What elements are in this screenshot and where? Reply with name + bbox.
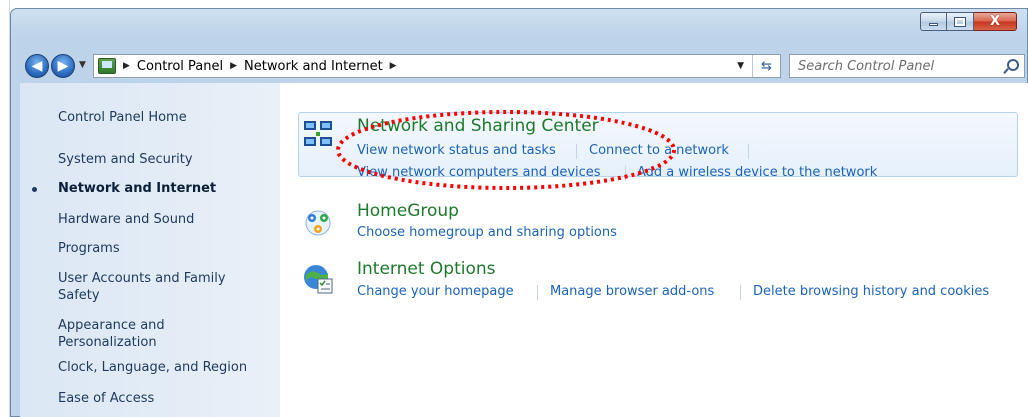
internet-options-icon: [304, 265, 333, 294]
breadcrumb-network-and-internet[interactable]: Network and Internet: [244, 59, 383, 74]
nav-user-accounts[interactable]: User Accounts and Family Safety: [58, 270, 238, 304]
maximize-icon: [954, 16, 966, 27]
nav-appearance[interactable]: Appearance and Personalization: [58, 317, 198, 351]
nav-ease-of-access[interactable]: Ease of Access: [58, 390, 154, 407]
view-network-computers-link[interactable]: View network computers and devices: [357, 165, 601, 180]
recent-pages-dropdown[interactable]: ▼: [79, 60, 86, 70]
nav-clock-language-region[interactable]: Clock, Language, and Region: [58, 359, 247, 376]
search-icon[interactable]: [1004, 59, 1019, 73]
change-homepage-link[interactable]: Change your homepage: [357, 284, 514, 299]
breadcrumb-separator-icon[interactable]: ▶: [230, 61, 237, 71]
nav-hardware-and-sound[interactable]: Hardware and Sound: [58, 211, 194, 228]
back-button[interactable]: ◀: [25, 54, 49, 78]
breadcrumb-separator-icon[interactable]: ▶: [390, 61, 397, 71]
forward-arrow-icon: ▶: [57, 58, 69, 74]
manage-browser-addons-link[interactable]: Manage browser add-ons: [550, 284, 714, 299]
breadcrumb-control-panel[interactable]: Control Panel: [137, 59, 223, 74]
add-wireless-device-link[interactable]: Add a wireless device to the network: [637, 165, 877, 180]
background-strip: [0, 0, 10, 417]
search-box[interactable]: Search Control Panel: [789, 54, 1025, 78]
address-dropdown-icon[interactable]: ▼: [737, 61, 744, 71]
nav-control-panel-home[interactable]: Control Panel Home: [58, 109, 187, 126]
minimize-icon: [929, 23, 938, 26]
minimize-button[interactable]: [920, 12, 947, 31]
delete-browsing-history-link[interactable]: Delete browsing history and cookies: [753, 284, 989, 299]
refresh-button[interactable]: ⇆: [752, 55, 780, 77]
homegroup-title[interactable]: HomeGroup: [357, 201, 459, 221]
link-separator: [625, 166, 626, 181]
forward-button[interactable]: ▶: [51, 54, 75, 78]
content-pane: Network and Sharing Center View network …: [280, 83, 1028, 417]
link-separator: [740, 285, 741, 300]
nav-network-and-internet[interactable]: Network and Internet: [58, 180, 216, 197]
choose-homegroup-options-link[interactable]: Choose homegroup and sharing options: [357, 225, 617, 240]
control-panel-icon: [98, 58, 116, 74]
homegroup-icon: [305, 210, 331, 236]
maximize-button[interactable]: [947, 12, 974, 31]
close-button[interactable]: X: [974, 12, 1017, 31]
link-separator: [537, 285, 538, 300]
nav-system-and-security[interactable]: System and Security: [58, 151, 193, 168]
link-separator: [576, 144, 577, 159]
address-bar[interactable]: ▶ Control Panel ▶ Network and Internet ▶…: [93, 54, 781, 78]
back-arrow-icon: ◀: [31, 58, 43, 74]
search-input[interactable]: Search Control Panel: [798, 59, 934, 74]
nav-programs[interactable]: Programs: [58, 240, 120, 257]
caption-buttons: X: [920, 12, 1017, 31]
link-separator: [748, 144, 749, 159]
network-icon: [304, 121, 332, 146]
internet-options-title[interactable]: Internet Options: [357, 259, 496, 279]
connect-to-network-link[interactable]: Connect to a network: [589, 143, 729, 158]
network-sharing-center-title[interactable]: Network and Sharing Center: [357, 116, 599, 136]
active-bullet-icon: [32, 187, 37, 192]
left-navigation-pane: Control Panel Home System and Security N…: [20, 83, 280, 417]
breadcrumb-separator-icon[interactable]: ▶: [123, 61, 130, 71]
close-icon: X: [989, 14, 1001, 29]
view-network-status-link[interactable]: View network status and tasks: [357, 143, 556, 158]
